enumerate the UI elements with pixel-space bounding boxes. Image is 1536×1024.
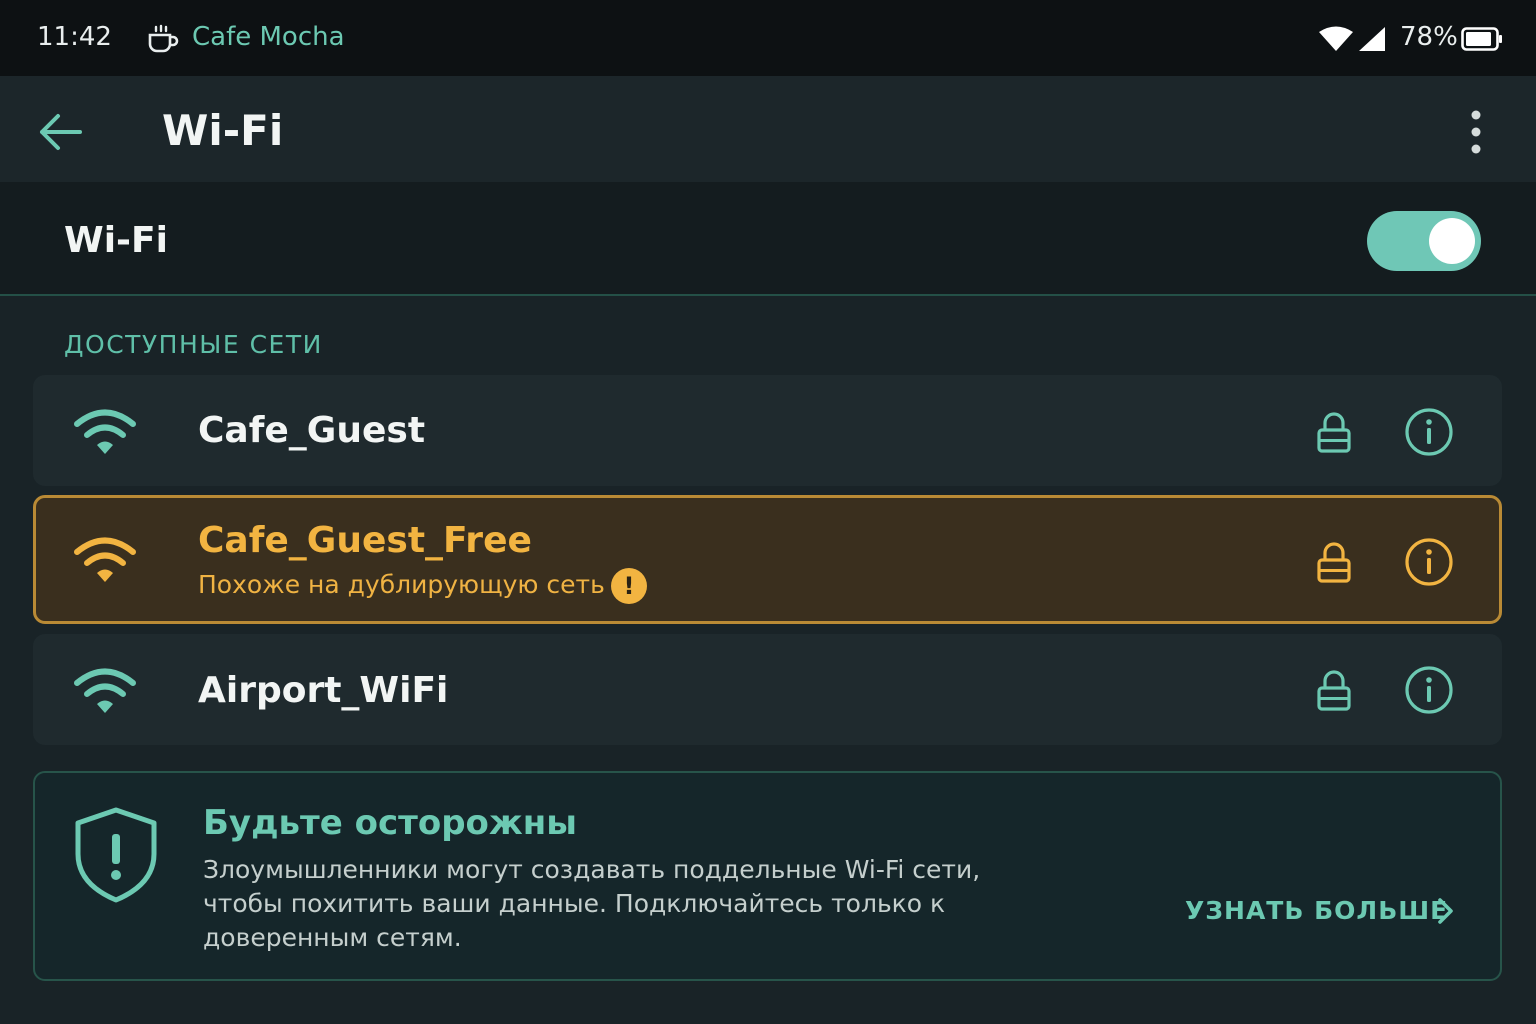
- chevron-right-icon[interactable]: [1432, 896, 1458, 926]
- duplicate-network-warning: Похоже на дублирующую сеть: [198, 570, 605, 599]
- status-time: 11:42: [37, 22, 112, 52]
- shield-alert-icon: [75, 807, 157, 903]
- coffee-cup-icon: [148, 24, 179, 53]
- lock-icon: [1317, 412, 1351, 453]
- network-name: Cafe_Guest: [198, 410, 426, 451]
- wifi-toggle-knob[interactable]: [1429, 218, 1475, 264]
- wifi-signal-icon: [74, 537, 136, 582]
- wifi-signal-icon: [74, 668, 136, 713]
- info-button[interactable]: [1404, 665, 1454, 715]
- security-notice-title: Будьте осторожны: [203, 803, 577, 843]
- info-button[interactable]: [1404, 407, 1454, 457]
- lock-icon: [1317, 542, 1351, 583]
- available-networks-header: ДОСТУПНЫЕ СЕТИ: [64, 330, 323, 359]
- network-name: Cafe_Guest_Free: [198, 520, 532, 561]
- battery-icon: [1461, 27, 1502, 51]
- network-name: Airport_WiFi: [198, 670, 449, 711]
- info-button[interactable]: [1404, 537, 1454, 587]
- wifi-toggle-label: Wi-Fi: [64, 220, 168, 261]
- wifi-toggle-row: [0, 182, 1536, 296]
- cellular-signal-icon: [1359, 27, 1385, 51]
- learn-more-button[interactable]: УЗНАТЬ БОЛЬШЕ: [1185, 896, 1448, 925]
- battery-percent: 78%: [1400, 22, 1458, 52]
- back-button[interactable]: [36, 110, 86, 154]
- more-options-button[interactable]: [1458, 108, 1494, 156]
- app-name: Cafe Mocha: [192, 22, 345, 52]
- lock-icon: [1317, 670, 1351, 711]
- page-title: Wi-Fi: [162, 106, 284, 155]
- wifi-signal-icon: [1319, 26, 1353, 51]
- wifi-signal-icon: [74, 409, 136, 454]
- security-notice-body: Злоумышленники могут создавать поддельны…: [203, 855, 981, 952]
